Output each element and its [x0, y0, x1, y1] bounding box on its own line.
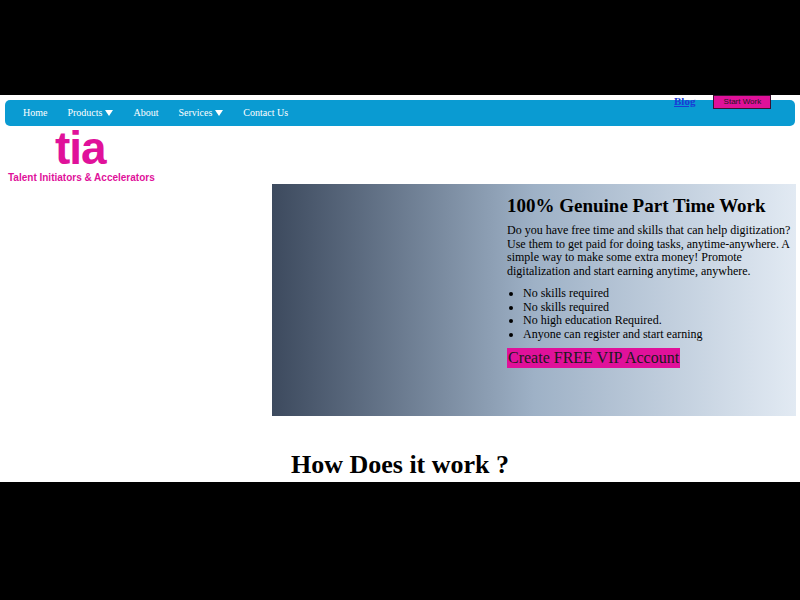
logo-mark: tia [8, 126, 800, 170]
nav-item[interactable]: Services [178, 107, 223, 119]
hero-heading: 100% Genuine Part Time Work [507, 194, 796, 218]
logo[interactable]: tia Talent Initiators & Accelerators [0, 126, 800, 184]
hero-bullets: No skills requiredNo skills requiredNo h… [507, 287, 796, 341]
hero-bullet: No skills required [523, 287, 796, 301]
hero-content: 100% Genuine Part Time Work Do you have f… [507, 184, 796, 416]
site: Blog Start Work Home Products About Services C… [0, 95, 800, 482]
blog-link[interactable]: Blog [674, 95, 695, 107]
nav-item[interactable]: Home [23, 107, 47, 119]
page: Blog Start Work Home Products About Services C… [0, 0, 800, 600]
nav-item[interactable]: Products [67, 107, 113, 119]
hero-bullet: Anyone can register and start earning [523, 328, 796, 342]
start-work-button[interactable]: Start Work [713, 95, 771, 109]
top-letterbox [0, 0, 800, 95]
chevron-down-icon [215, 110, 223, 116]
top-links: Blog Start Work [674, 95, 771, 109]
hero-bullet: No high education Required. [523, 314, 796, 328]
hero-text: Do you have free time and skills that ca… [507, 224, 796, 278]
hero-bullet: No skills required [523, 301, 796, 315]
logo-tagline: Talent Initiators & Accelerators [8, 172, 800, 184]
nav-item[interactable]: About [133, 107, 158, 119]
create-account-button[interactable]: Create FREE VIP Account [507, 348, 680, 368]
section-title: How Does it work ? [0, 450, 800, 480]
nav-item[interactable]: Contact Us [243, 107, 288, 119]
hero: 100% Genuine Part Time Work Do you have f… [272, 184, 796, 416]
bottom-letterbox [0, 482, 800, 600]
chevron-down-icon [105, 110, 113, 116]
